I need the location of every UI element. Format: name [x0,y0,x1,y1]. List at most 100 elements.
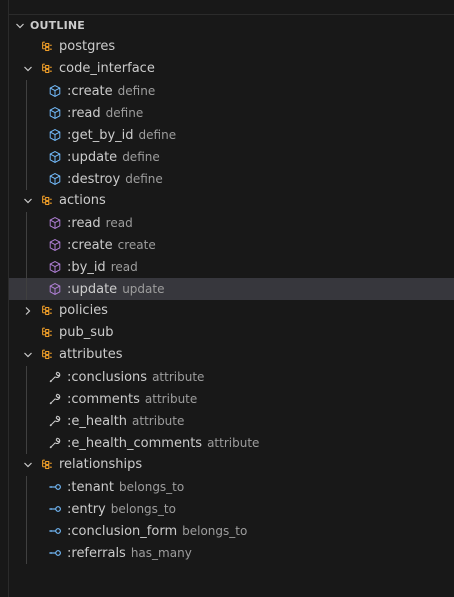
symbol-name: :tenant [67,480,115,495]
outline-symbol-row[interactable]: :entry belongs_to [9,498,454,520]
indent-guide [26,476,27,564]
wrench-icon [49,371,61,383]
method-icon [49,85,61,97]
outline-symbol-row[interactable]: :get_by_id define [9,124,454,146]
symbol-name: :referrals [67,546,126,561]
outline-symbol-row[interactable]: :conclusion_form belongs_to [9,520,454,542]
chevron-right-icon[interactable] [23,306,33,316]
field-icon [49,506,61,512]
symbol-name: :get_by_id [67,128,134,143]
symbol-detail: read [105,216,133,230]
symbol-name: :destroy [67,172,121,187]
symbol-detail: define [105,106,144,120]
chevron-down-icon[interactable] [23,350,33,360]
outline-symbol-row[interactable]: :create define [9,80,454,102]
symbol-name: :read [67,216,101,231]
outline-group-row[interactable]: attributes [9,344,454,366]
module-icon [42,327,52,338]
chevron-down-icon[interactable] [23,460,33,470]
symbol-name: :comments [67,392,140,407]
outline-tree: postgres code_interface:create define:read… [9,36,454,564]
symbol-name: relationships [59,457,143,472]
symbol-detail: create [117,238,156,252]
symbol-name: :entry [67,502,106,517]
chevron-down-icon[interactable] [23,196,33,206]
outline-symbol-row[interactable]: :read define [9,102,454,124]
symbol-name: :conclusions [67,370,148,385]
outline-group-row[interactable]: code_interface [9,58,454,80]
symbol-name: :e_health_comments [67,436,203,451]
symbol-name: :update [67,150,118,165]
symbol-label: :comments attribute [67,388,197,411]
method-icon [49,107,61,119]
outline-symbol-row[interactable]: :e_health attribute [9,410,454,432]
outline-symbol-row[interactable]: :create create [9,234,454,256]
outline-group-row[interactable]: policies [9,300,454,322]
symbol-label: pub_sub [59,322,114,344]
module-icon [42,349,52,360]
symbol-detail: belongs_to [110,502,176,516]
symbol-name: :e_health [67,414,128,429]
symbol-label: :e_health_comments attribute [67,432,259,455]
method-icon [49,151,61,163]
chevron-down-icon[interactable] [23,64,33,74]
module-icon [42,63,52,74]
outline-symbol-row[interactable]: :read read [9,212,454,234]
symbol-detail: belongs_to [119,480,185,494]
symbol-label: postgres [59,36,115,58]
symbol-label: relationships [59,454,142,476]
outline-group-row[interactable]: actions [9,190,454,212]
outline-symbol-row[interactable]: :referrals has_many [9,542,454,564]
symbol-label: :update update [67,278,164,301]
outline-symbol-row[interactable]: :conclusions attribute [9,366,454,388]
outline-header[interactable]: OUTLINE [9,16,454,36]
event-icon [49,283,61,295]
method-icon [49,129,61,141]
symbol-label: actions [59,190,106,212]
symbol-detail: update [122,282,165,296]
outline-symbol-row[interactable]: :e_health_comments attribute [9,432,454,454]
outline-symbol-row[interactable]: :tenant belongs_to [9,476,454,498]
symbol-detail: attribute [132,414,185,428]
chevron-down-icon [16,23,24,29]
outline-group-row[interactable]: relationships [9,454,454,476]
symbol-name: :create [67,84,113,99]
symbol-detail: attribute [207,436,260,450]
outline-symbol-row[interactable]: :comments attribute [9,388,454,410]
event-icon [49,261,61,273]
module-icon [42,195,52,206]
outline-group-row[interactable]: pub_sub [9,322,454,344]
symbol-label: attributes [59,344,122,366]
method-icon [49,173,61,185]
symbol-label: :update define [67,146,160,169]
symbol-label: :referrals has_many [67,542,192,565]
symbol-label: :create create [67,234,156,257]
outline-panel: OUTLINE postgres code_interface:create def… [0,0,454,597]
wrench-icon [49,393,61,405]
outline-symbol-row[interactable]: :update update [9,278,454,300]
module-icon [42,459,52,470]
symbol-label: policies [59,300,108,322]
symbol-label: :read define [67,102,143,125]
event-icon [49,217,61,229]
symbol-label: :by_id read [67,256,138,279]
module-icon [42,305,52,316]
field-icon [49,550,61,556]
symbol-name: postgres [59,39,116,54]
indent-guide [26,212,27,300]
symbol-detail: define [125,172,163,186]
symbol-name: policies [59,303,108,318]
symbol-label: :create define [67,80,155,103]
outline-symbol-row[interactable]: :destroy define [9,168,454,190]
outline-symbol-row[interactable]: :update define [9,146,454,168]
symbol-name: :by_id [67,260,106,275]
symbol-name: :read [67,106,101,121]
symbol-label: :conclusions attribute [67,366,204,389]
indent-guide [26,80,27,190]
symbol-name: code_interface [59,61,155,76]
symbol-name: pub_sub [59,325,114,340]
outline-group-row[interactable]: postgres [9,36,454,58]
symbol-label: :read read [67,212,133,235]
symbol-detail: belongs_to [182,524,248,538]
outline-symbol-row[interactable]: :by_id read [9,256,454,278]
